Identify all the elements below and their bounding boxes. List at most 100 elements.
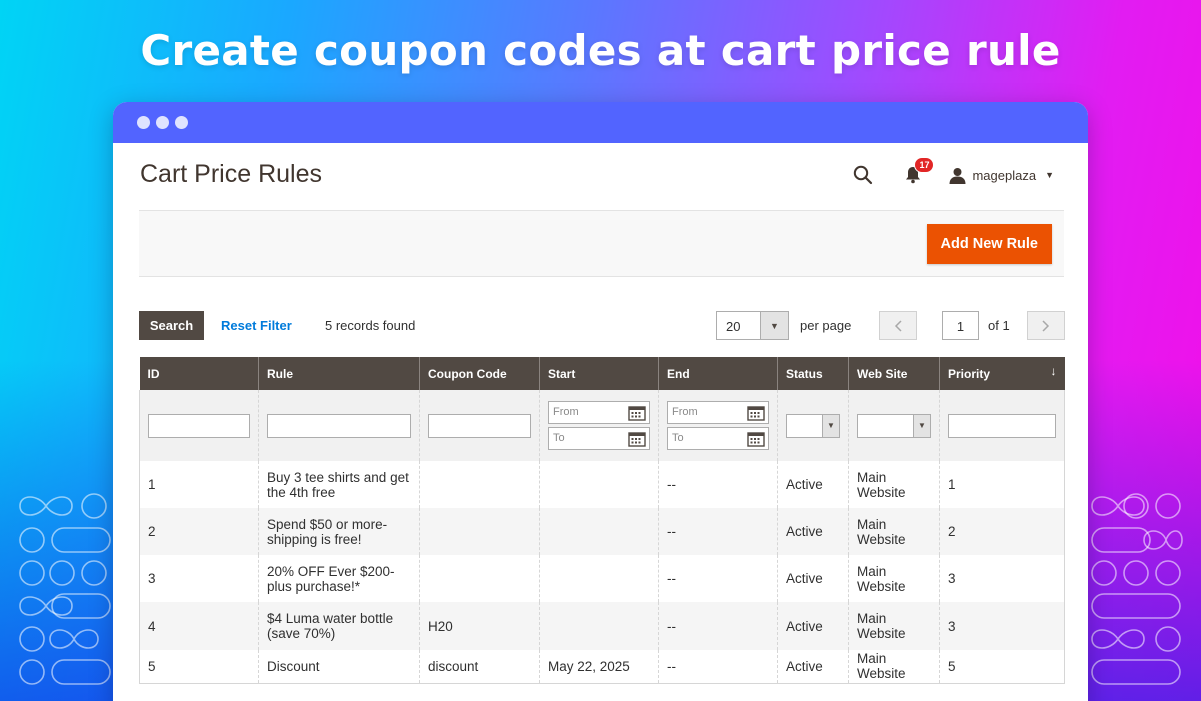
per-page-value: 20	[726, 319, 741, 334]
window-titlebar	[113, 102, 1088, 143]
cell-start: May 22, 2025	[539, 650, 659, 684]
date-from-placeholder: From	[553, 406, 579, 418]
cell-status: Active	[777, 555, 849, 602]
cart-price-rules-grid: ID Rule Coupon Code Start End Status Web…	[139, 357, 1065, 684]
rule-filter-input[interactable]	[267, 413, 411, 438]
cell-priority: 3	[939, 602, 1065, 650]
notification-count-badge: 17	[914, 157, 935, 173]
cell-coupon-code	[419, 555, 540, 602]
column-header-rule[interactable]: Rule	[258, 357, 420, 390]
calendar-icon[interactable]	[628, 431, 646, 447]
column-header-start[interactable]: Start	[539, 357, 659, 390]
add-new-rule-button[interactable]: Add New Rule	[926, 224, 1052, 264]
cell-web-site: Main Website	[848, 650, 940, 684]
current-page-input[interactable]: 1	[942, 311, 979, 340]
chevron-down-icon: ▼	[822, 414, 839, 437]
cell-priority: 5	[939, 650, 1065, 684]
user-menu[interactable]: mageplaza ▼	[949, 167, 1054, 184]
grid-toolbar: Search Reset Filter 5 records found 20 ▼…	[139, 311, 1065, 341]
search-button[interactable]: Search	[139, 311, 204, 340]
cell-web-site: Main Website	[848, 508, 940, 555]
window-dot-icon	[175, 116, 188, 129]
chevron-down-icon: ▼	[913, 414, 930, 437]
cell-rule: Spend $50 or more- shipping is free!	[258, 508, 420, 555]
start-to-date-input[interactable]: To	[548, 427, 650, 450]
cell-rule: $4 Luma water bottle (save 70%)	[258, 602, 420, 650]
page-header: Cart Price Rules 17 mageplaza ▼	[140, 157, 1064, 190]
column-header-coupon-code[interactable]: Coupon Code	[419, 357, 540, 390]
chevron-left-icon	[894, 319, 902, 332]
column-header-priority[interactable]: Priority ↓	[939, 357, 1065, 390]
cell-end: --	[658, 650, 778, 684]
table-row[interactable]: 5 Discount discount May 22, 2025 -- Acti…	[139, 650, 1065, 684]
cell-priority: 3	[939, 555, 1065, 602]
grid-header-row: ID Rule Coupon Code Start End Status Web…	[139, 357, 1065, 390]
date-to-placeholder: To	[553, 432, 565, 444]
window-dot-icon	[137, 116, 150, 129]
table-row[interactable]: 4 $4 Luma water bottle (save 70%) H20 --…	[139, 602, 1065, 650]
cell-id: 1	[139, 461, 259, 508]
per-page-label: per page	[800, 318, 852, 333]
cell-priority: 1	[939, 461, 1065, 508]
calendar-icon[interactable]	[747, 431, 765, 447]
cell-id: 2	[139, 508, 259, 555]
cell-start	[539, 555, 659, 602]
chevron-right-icon	[1042, 319, 1050, 332]
cell-id: 3	[139, 555, 259, 602]
table-row[interactable]: 3 20% OFF Ever $200- plus purchase!* -- …	[139, 555, 1065, 602]
next-page-button[interactable]	[1027, 311, 1065, 340]
column-header-id[interactable]: ID	[139, 357, 259, 390]
cell-web-site: Main Website	[848, 555, 940, 602]
column-header-priority-label: Priority	[948, 366, 991, 381]
search-icon[interactable]	[853, 165, 873, 185]
calendar-icon[interactable]	[628, 405, 646, 421]
cell-end: --	[658, 461, 778, 508]
window-dot-icon	[156, 116, 169, 129]
cell-rule: Discount	[258, 650, 420, 684]
priority-filter-input[interactable]	[948, 413, 1056, 438]
start-from-date-input[interactable]: From	[548, 401, 650, 424]
cell-status: Active	[777, 650, 849, 684]
table-row[interactable]: 2 Spend $50 or more- shipping is free! -…	[139, 508, 1065, 555]
cell-start	[539, 508, 659, 555]
reset-filter-link[interactable]: Reset Filter	[221, 318, 292, 333]
cell-priority: 2	[939, 508, 1065, 555]
records-found: 5 records found	[325, 318, 416, 333]
header-actions: 17 mageplaza ▼	[853, 157, 1054, 190]
cell-start	[539, 602, 659, 650]
cell-id: 4	[139, 602, 259, 650]
cell-end: --	[658, 508, 778, 555]
total-pages: of 1	[988, 318, 1010, 333]
sort-descending-icon: ↓	[1050, 364, 1057, 378]
notifications-button[interactable]: 17	[905, 157, 935, 184]
id-filter-input[interactable]	[148, 413, 250, 438]
per-page-select[interactable]: 20 ▼	[716, 311, 789, 340]
page-actions-bar: Add New Rule	[139, 210, 1064, 277]
chevron-down-icon: ▼	[760, 312, 788, 339]
web-site-filter-select[interactable]: ▼	[857, 413, 931, 438]
cell-end: --	[658, 555, 778, 602]
column-header-web-site[interactable]: Web Site	[848, 357, 940, 390]
table-row[interactable]: 1 Buy 3 tee shirts and get the 4th free …	[139, 461, 1065, 508]
date-to-placeholder: To	[672, 432, 684, 444]
cell-end: --	[658, 602, 778, 650]
cell-coupon-code	[419, 508, 540, 555]
cell-web-site: Main Website	[848, 602, 940, 650]
user-icon	[949, 167, 966, 184]
calendar-icon[interactable]	[747, 405, 765, 421]
column-header-end[interactable]: End	[658, 357, 778, 390]
date-from-placeholder: From	[672, 406, 698, 418]
decorative-pattern-right	[1088, 490, 1184, 690]
cell-status: Active	[777, 461, 849, 508]
banner-title: Create coupon codes at cart price rule	[140, 26, 1061, 75]
cell-coupon-code	[419, 461, 540, 508]
coupon-code-filter-input[interactable]	[428, 413, 531, 438]
previous-page-button[interactable]	[879, 311, 917, 340]
end-to-date-input[interactable]: To	[667, 427, 769, 450]
end-from-date-input[interactable]: From	[667, 401, 769, 424]
decorative-pattern-left	[16, 490, 112, 690]
browser-window: Cart Price Rules 17 mageplaza ▼ Add New …	[113, 102, 1088, 701]
column-header-status[interactable]: Status	[777, 357, 849, 390]
status-filter-select[interactable]: ▼	[786, 413, 840, 438]
cell-web-site: Main Website	[848, 461, 940, 508]
